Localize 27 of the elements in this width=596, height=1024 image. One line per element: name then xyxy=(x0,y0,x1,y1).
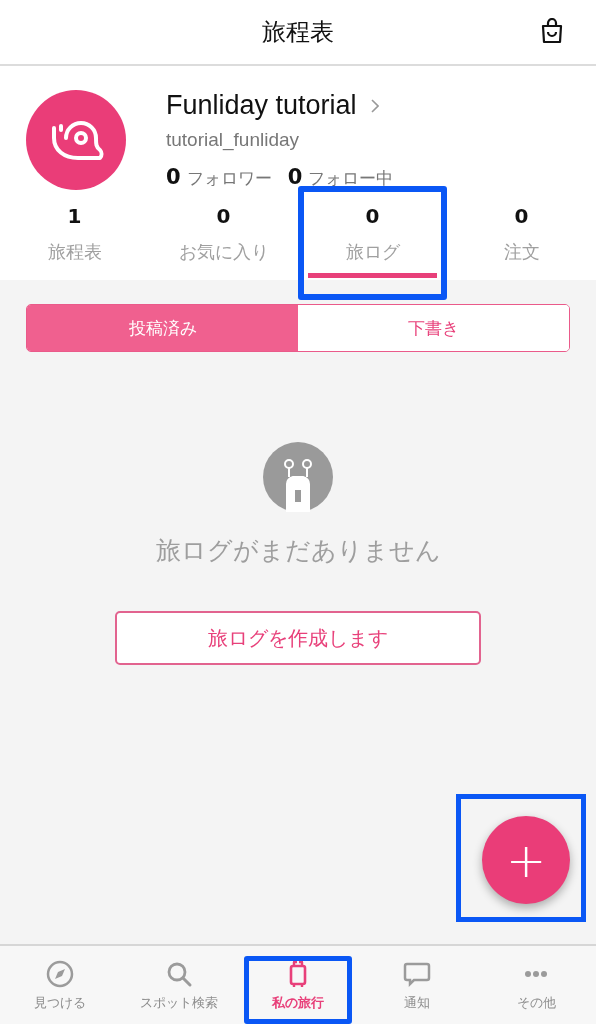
following-count: 0 xyxy=(287,165,303,189)
chevron-icon xyxy=(370,98,379,113)
nav-item[interactable]: 通知 xyxy=(357,946,477,1024)
nav-item[interactable]: 見つける xyxy=(0,946,120,1024)
shopping-bag-icon[interactable] xyxy=(540,18,564,44)
snail-icon xyxy=(263,442,333,512)
page-title: 旅程表 xyxy=(262,17,334,48)
nav-item[interactable]: 私の旅行 xyxy=(238,946,358,1024)
segment-tab[interactable]: 投稿済み xyxy=(27,305,298,351)
username: tutorial_funliday xyxy=(166,129,301,151)
profile-tab[interactable]: 0 旅ログ xyxy=(298,200,447,280)
compass-icon xyxy=(45,960,74,988)
create-log-button[interactable]: 旅ログを作成します xyxy=(115,611,481,665)
following-label: フォロー中 xyxy=(308,167,394,190)
add-button[interactable]: + xyxy=(482,816,570,904)
nav-item[interactable]: その他 xyxy=(476,946,596,1024)
profile-tab[interactable]: 1 旅程表 xyxy=(0,200,149,280)
nav-item[interactable]: スポット検索 xyxy=(119,946,239,1024)
profile-tab[interactable]: 0 注文 xyxy=(447,200,596,280)
avatar-icon xyxy=(26,90,126,190)
follower-count: 0 xyxy=(166,165,181,189)
profile-name-link[interactable]: Funliday tutorial xyxy=(166,90,404,121)
segment-tab[interactable]: 下書き xyxy=(298,305,569,351)
empty-message: 旅ログがまだありません xyxy=(155,535,441,567)
speech-bubble-icon xyxy=(403,960,432,988)
follower-label: フォロワー xyxy=(186,167,272,190)
profile-tab[interactable]: 0 お気に入り xyxy=(149,200,298,280)
